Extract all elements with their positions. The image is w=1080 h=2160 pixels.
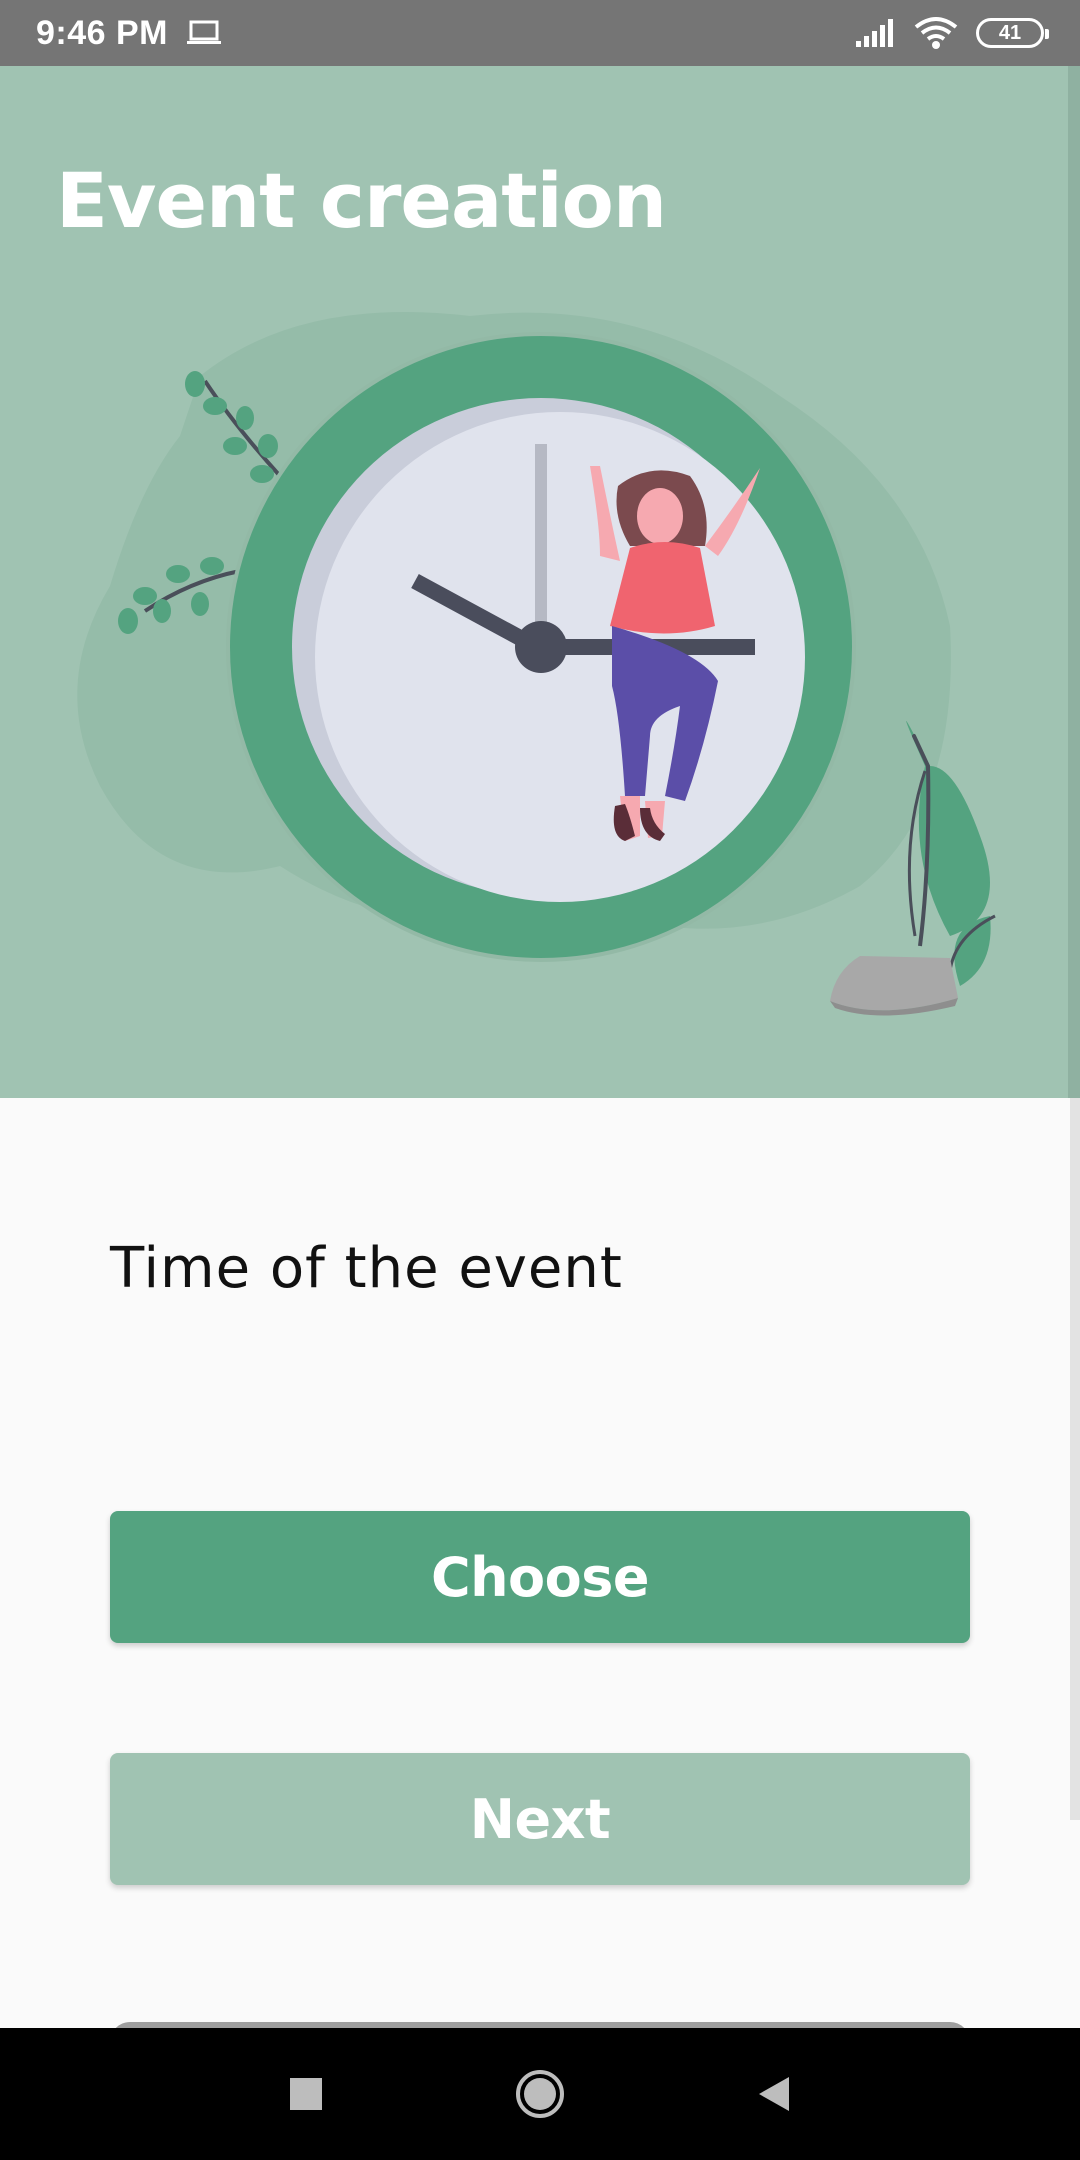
status-time: 9:46 PM	[36, 13, 168, 52]
recents-button[interactable]	[279, 2067, 333, 2121]
wifi-icon	[914, 17, 958, 49]
battery-level: 41	[998, 21, 1022, 44]
home-button[interactable]	[513, 2067, 567, 2121]
battery-indicator: 41	[976, 18, 1049, 48]
choose-button[interactable]: Choose	[110, 1511, 970, 1643]
status-bar: 9:46 PM 41	[0, 0, 1080, 66]
time-label: Time of the event	[110, 1236, 623, 1301]
page-title: Event creation	[56, 156, 667, 245]
recents-square-icon	[290, 2078, 322, 2110]
system-nav-bar	[0, 2028, 1080, 2160]
content-scrollbar[interactable]	[1070, 1098, 1080, 1820]
home-circle-icon	[516, 2070, 564, 2118]
signal-icon	[856, 19, 893, 47]
hero-scrollbar	[1068, 66, 1080, 1098]
event-form: Time of the event Choose Next	[0, 1098, 1080, 2042]
back-triangle-icon	[759, 2077, 789, 2111]
back-button[interactable]	[747, 2067, 801, 2121]
laptop-icon	[187, 20, 221, 44]
next-button[interactable]: Next	[110, 1753, 970, 1885]
hero-header: Event creation	[0, 66, 1080, 1098]
